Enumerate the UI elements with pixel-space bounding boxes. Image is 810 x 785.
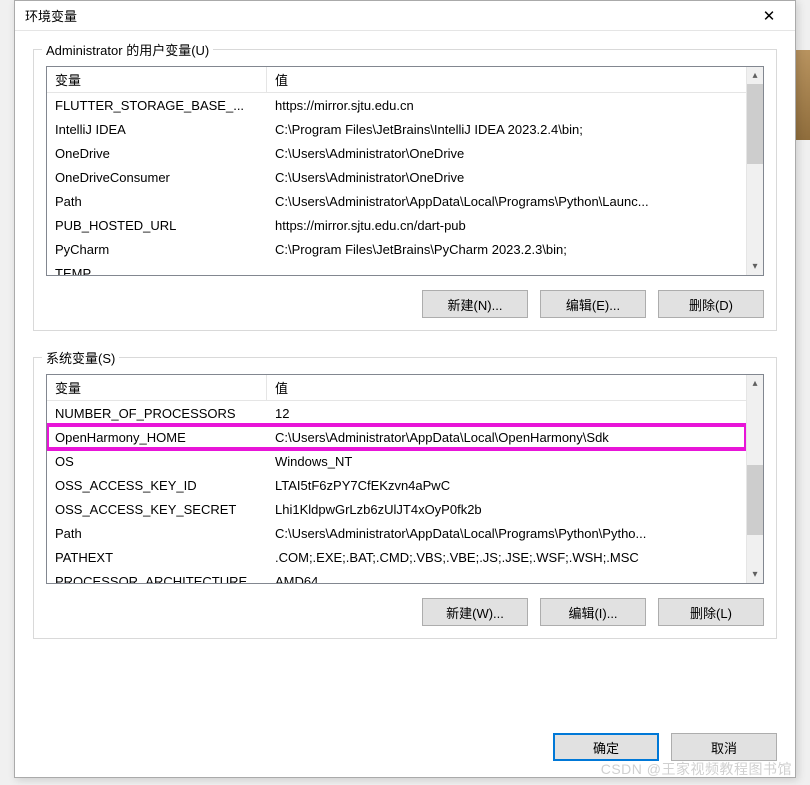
- env-vars-dialog: 环境变量 ✕ Administrator 的用户变量(U) 变量 值 FLUTT…: [14, 0, 796, 778]
- table-row[interactable]: PATHEXT.COM;.EXE;.BAT;.CMD;.VBS;.VBE;.JS…: [47, 545, 746, 569]
- dialog-content: Administrator 的用户变量(U) 变量 值 FLUTTER_STOR…: [15, 31, 795, 727]
- dialog-title: 环境变量: [25, 6, 749, 25]
- cell-variable: TEMP: [47, 266, 267, 276]
- cell-value: https://mirror.sjtu.edu.cn/dart-pub: [267, 218, 746, 233]
- cell-value: Lhi1KldpwGrLzb6zUlJT4xOyP0fk2b: [267, 502, 746, 517]
- cell-variable: OSS_ACCESS_KEY_SECRET: [47, 502, 267, 517]
- sys-edit-button[interactable]: 编辑(I)...: [540, 598, 646, 626]
- cell-variable: IntelliJ IDEA: [47, 122, 267, 137]
- cell-value: C:\Users\Administrator\OneDrive: [267, 146, 746, 161]
- sys-vars-rows: NUMBER_OF_PROCESSORS12OpenHarmony_HOMEC:…: [47, 401, 746, 583]
- scroll-down-icon[interactable]: ▾: [747, 566, 763, 583]
- sys-vars-grid[interactable]: 变量 值 NUMBER_OF_PROCESSORS12OpenHarmony_H…: [46, 374, 764, 584]
- user-vars-header[interactable]: 变量 值: [47, 67, 746, 93]
- sys-vars-scrollbar[interactable]: ▴ ▾: [746, 375, 763, 583]
- cell-variable: Path: [47, 526, 267, 541]
- user-vars-label: Administrator 的用户变量(U): [42, 40, 213, 59]
- sys-vars-header[interactable]: 变量 值: [47, 375, 746, 401]
- cell-value: C:\Program Files\JetBrains\IntelliJ IDEA…: [267, 122, 746, 137]
- user-vars-grid[interactable]: 变量 值 FLUTTER_STORAGE_BASE_...https://mir…: [46, 66, 764, 276]
- table-row[interactable]: OneDriveC:\Users\Administrator\OneDrive: [47, 141, 746, 165]
- col-header-variable[interactable]: 变量: [47, 375, 267, 401]
- watermark: CSDN @王家视频教程图书馆: [601, 759, 792, 779]
- cell-value: LTAI5tF6zPY7CfEKzvn4aPwC: [267, 478, 746, 493]
- col-header-variable[interactable]: 变量: [47, 67, 267, 93]
- cell-variable: NUMBER_OF_PROCESSORS: [47, 406, 267, 421]
- table-row[interactable]: PROCESSOR_ARCHITECTUREAMD64: [47, 569, 746, 583]
- cell-value: Windows_NT: [267, 454, 746, 469]
- table-row[interactable]: OSS_ACCESS_KEY_IDLTAI5tF6zPY7CfEKzvn4aPw…: [47, 473, 746, 497]
- table-row[interactable]: PUB_HOSTED_URLhttps://mirror.sjtu.edu.cn…: [47, 213, 746, 237]
- user-delete-button[interactable]: 删除(D): [658, 290, 764, 318]
- user-new-button[interactable]: 新建(N)...: [422, 290, 528, 318]
- table-row[interactable]: IntelliJ IDEAC:\Program Files\JetBrains\…: [47, 117, 746, 141]
- table-row[interactable]: TEMP: [47, 261, 746, 275]
- cell-value: C:\Program Files\JetBrains\PyCharm 2023.…: [267, 242, 746, 257]
- cell-variable: PUB_HOSTED_URL: [47, 218, 267, 233]
- cell-variable: FLUTTER_STORAGE_BASE_...: [47, 98, 267, 113]
- titlebar: 环境变量 ✕: [15, 1, 795, 31]
- user-edit-button[interactable]: 编辑(E)...: [540, 290, 646, 318]
- user-vars-buttons: 新建(N)... 编辑(E)... 删除(D): [46, 290, 764, 318]
- table-row[interactable]: PathC:\Users\Administrator\AppData\Local…: [47, 189, 746, 213]
- sys-vars-buttons: 新建(W)... 编辑(I)... 删除(L): [46, 598, 764, 626]
- cell-variable: PROCESSOR_ARCHITECTURE: [47, 574, 267, 584]
- table-row[interactable]: PathC:\Users\Administrator\AppData\Local…: [47, 521, 746, 545]
- col-header-value[interactable]: 值: [267, 375, 746, 401]
- table-row[interactable]: OneDriveConsumerC:\Users\Administrator\O…: [47, 165, 746, 189]
- user-vars-rows: FLUTTER_STORAGE_BASE_...https://mirror.s…: [47, 93, 746, 275]
- table-row[interactable]: FLUTTER_STORAGE_BASE_...https://mirror.s…: [47, 93, 746, 117]
- sys-vars-group: 系统变量(S) 变量 值 NUMBER_OF_PROCESSORS12OpenH…: [33, 357, 777, 639]
- sys-vars-label: 系统变量(S): [42, 348, 119, 367]
- cell-value: C:\Users\Administrator\OneDrive: [267, 170, 746, 185]
- scroll-up-icon[interactable]: ▴: [747, 67, 763, 84]
- table-row[interactable]: OSWindows_NT: [47, 449, 746, 473]
- cell-value: .COM;.EXE;.BAT;.CMD;.VBS;.VBE;.JS;.JSE;.…: [267, 550, 746, 565]
- cell-variable: Path: [47, 194, 267, 209]
- col-header-value[interactable]: 值: [267, 67, 746, 93]
- cancel-button[interactable]: 取消: [671, 733, 777, 761]
- sys-vars-grid-body: 变量 值 NUMBER_OF_PROCESSORS12OpenHarmony_H…: [47, 375, 746, 583]
- cell-variable: OneDrive: [47, 146, 267, 161]
- close-icon[interactable]: ✕: [749, 2, 789, 30]
- cell-value: C:\Users\Administrator\AppData\Local\Pro…: [267, 194, 746, 209]
- cell-variable: PyCharm: [47, 242, 267, 257]
- scroll-thumb[interactable]: [747, 465, 763, 535]
- ok-button[interactable]: 确定: [553, 733, 659, 761]
- table-row[interactable]: NUMBER_OF_PROCESSORS12: [47, 401, 746, 425]
- scroll-down-icon[interactable]: ▾: [747, 258, 763, 275]
- user-vars-scrollbar[interactable]: ▴ ▾: [746, 67, 763, 275]
- cell-value: https://mirror.sjtu.edu.cn: [267, 98, 746, 113]
- cell-variable: OSS_ACCESS_KEY_ID: [47, 478, 267, 493]
- cell-value: C:\Users\Administrator\AppData\Local\Ope…: [267, 430, 746, 445]
- table-row[interactable]: PyCharmC:\Program Files\JetBrains\PyChar…: [47, 237, 746, 261]
- cell-value: C:\Users\Administrator\AppData\Local\Pro…: [267, 526, 746, 541]
- cell-value: AMD64: [267, 574, 746, 584]
- cell-variable: OpenHarmony_HOME: [47, 430, 267, 445]
- scroll-thumb[interactable]: [747, 84, 763, 164]
- cell-value: 12: [267, 406, 746, 421]
- cell-variable: OneDriveConsumer: [47, 170, 267, 185]
- cell-variable: OS: [47, 454, 267, 469]
- scroll-up-icon[interactable]: ▴: [747, 375, 763, 392]
- sys-delete-button[interactable]: 删除(L): [658, 598, 764, 626]
- table-row[interactable]: OSS_ACCESS_KEY_SECRETLhi1KldpwGrLzb6zUlJ…: [47, 497, 746, 521]
- cell-variable: PATHEXT: [47, 550, 267, 565]
- user-vars-group: Administrator 的用户变量(U) 变量 值 FLUTTER_STOR…: [33, 49, 777, 331]
- table-row[interactable]: OpenHarmony_HOMEC:\Users\Administrator\A…: [47, 425, 746, 449]
- sys-new-button[interactable]: 新建(W)...: [422, 598, 528, 626]
- user-vars-grid-body: 变量 值 FLUTTER_STORAGE_BASE_...https://mir…: [47, 67, 746, 275]
